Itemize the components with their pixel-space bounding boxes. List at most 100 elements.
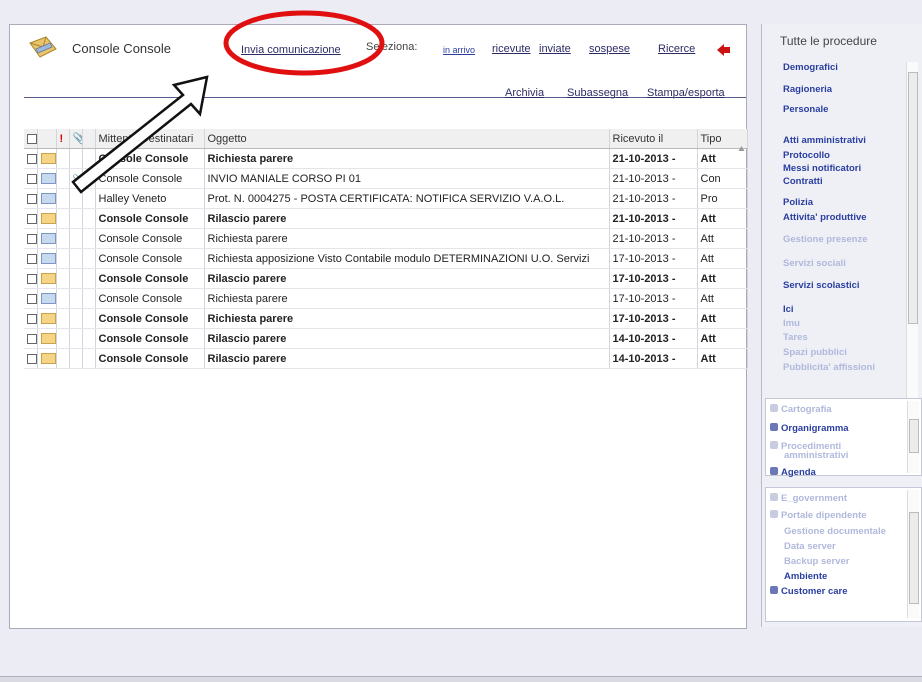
sidebar-item-ici[interactable]: Ici: [783, 304, 794, 315]
row-select-cell[interactable]: [24, 328, 38, 349]
sidebar-item-servizi-sociali[interactable]: Servizi sociali: [783, 258, 846, 269]
row-status-cell: [37, 348, 57, 369]
table-row[interactable]: Console Console Rilascio parere 14-10-2013…: [24, 348, 748, 369]
row-checkbox[interactable]: [27, 253, 36, 264]
sidebar-item-pubblicita-affissioni[interactable]: Pubblicita' affissioni: [783, 362, 875, 373]
row-checkbox[interactable]: [27, 273, 36, 284]
sidebar-item-organigramma[interactable]: Organigramma: [770, 423, 849, 434]
row-select-cell[interactable]: [24, 208, 38, 229]
row-checkbox[interactable]: [27, 333, 36, 344]
row-subject: Richiesta parere: [204, 148, 610, 169]
sidebar-item-gestione-presenze[interactable]: Gestione presenze: [783, 234, 867, 245]
sidebar-item-backup-server[interactable]: Backup server: [784, 556, 849, 567]
row-checkbox[interactable]: [27, 353, 36, 364]
row-select-cell[interactable]: [24, 268, 38, 289]
envelope-closed-icon: [40, 333, 55, 345]
row-select-cell[interactable]: [24, 188, 38, 209]
sidebar-item-protocollo[interactable]: Protocollo: [783, 150, 830, 161]
tools-scrollbar[interactable]: [907, 401, 919, 473]
row-select-cell[interactable]: [24, 308, 38, 329]
sidebar-item-demografici[interactable]: Demografici: [783, 62, 838, 73]
sidebar-item-ragioneria[interactable]: Ragioneria: [783, 84, 832, 95]
row-select-cell[interactable]: [24, 288, 38, 309]
select-all-checkbox[interactable]: [27, 133, 36, 144]
row-checkbox[interactable]: [27, 193, 36, 204]
priority-icon: !: [59, 132, 64, 145]
services-scroll-thumb[interactable]: [909, 512, 919, 604]
sidebar-item-amministrativi[interactable]: amministrativi: [784, 450, 848, 461]
sidebar-item-label: Backup server: [784, 556, 850, 567]
search-link[interactable]: Ricerce: [658, 43, 695, 55]
sidebar-item-data-server[interactable]: Data server: [784, 541, 836, 552]
table-row[interactable]: Console Console Richiesta apposizione Vis…: [24, 248, 748, 269]
scroll-up-icon[interactable]: [738, 145, 745, 153]
row-date: 21-10-2013 -: [609, 228, 698, 249]
sidebar-item-spazi-pubblici[interactable]: Spazi pubblici: [783, 347, 847, 358]
sidebar-item-servizi-scolastici[interactable]: Servizi scolastici: [783, 280, 860, 291]
table-row[interactable]: Console Console Rilascio parere 14-10-2013…: [24, 328, 748, 349]
row-spacer-cell: [82, 268, 96, 289]
row-checkbox[interactable]: [27, 173, 36, 184]
table-row[interactable]: Console Console Richiesta parere 17-10-201…: [24, 308, 748, 329]
sidebar-item-imu[interactable]: Imu: [783, 318, 800, 329]
procedures-scrollbar[interactable]: [906, 62, 918, 407]
row-checkbox[interactable]: [27, 213, 36, 224]
print-export-action-link[interactable]: Stampa/esporta: [647, 87, 725, 99]
sidebar-item-label: Gestione documentale: [784, 526, 886, 537]
row-priority-cell: [56, 308, 70, 329]
sidebar-item-agenda[interactable]: Agenda: [770, 467, 816, 478]
table-row[interactable]: Console Console Rilascio parere 17-10-2013…: [24, 268, 748, 289]
table-scrollbar[interactable]: [738, 145, 745, 305]
filter-suspended-link[interactable]: sospese: [589, 43, 630, 55]
sidebar-item-personale[interactable]: Personale: [783, 104, 828, 115]
sidebar-item-tares[interactable]: Tares: [783, 332, 808, 343]
sidebar-item-ambiente[interactable]: Ambiente: [784, 571, 827, 582]
row-select-cell[interactable]: [24, 228, 38, 249]
back-arrow-icon[interactable]: [716, 43, 732, 57]
row-subject: Rilascio parere: [204, 348, 610, 369]
subject-column-header[interactable]: Oggetto: [204, 129, 610, 149]
select-all-cell[interactable]: [24, 129, 38, 149]
received-column-header[interactable]: Ricevuto il: [609, 129, 698, 149]
row-sender: Console Console: [95, 288, 205, 309]
sidebar-item-label: amministrativi: [784, 450, 849, 461]
row-priority-cell: [56, 288, 70, 309]
sidebar-item-gestione-documentale[interactable]: Gestione documentale: [784, 526, 886, 537]
table-row[interactable]: Console Console Richiesta parere 21-10-201…: [24, 228, 748, 249]
row-checkbox[interactable]: [27, 233, 36, 244]
row-checkbox[interactable]: [27, 293, 36, 304]
sidebar-item-attivita-produttive[interactable]: Attivita' produttive: [783, 212, 867, 223]
procedures-scroll-thumb[interactable]: [908, 72, 918, 324]
archive-action-link[interactable]: Archivia: [505, 87, 544, 99]
filter-sent-link[interactable]: inviate: [539, 43, 571, 55]
envelope-closed-icon: [40, 213, 55, 225]
row-sender: Console Console: [95, 208, 205, 229]
table-row[interactable]: Console Console Rilascio parere 21-10-2013…: [24, 208, 748, 229]
row-select-cell[interactable]: [24, 348, 38, 369]
row-date: 21-10-2013 -: [609, 188, 698, 209]
row-select-cell[interactable]: [24, 168, 38, 189]
sidebar-item-messi-notificatori[interactable]: Messi notificatori: [783, 163, 861, 174]
sidebar-item-cartografia[interactable]: Cartografia: [770, 404, 832, 415]
reassign-action-link[interactable]: Subassegna: [567, 87, 640, 99]
row-spacer-cell: [82, 308, 96, 329]
row-checkbox[interactable]: [27, 153, 36, 164]
tools-scroll-thumb[interactable]: [909, 419, 919, 453]
sidebar-item-customer-care[interactable]: Customer care: [770, 586, 848, 597]
row-checkbox[interactable]: [27, 313, 36, 324]
row-select-cell[interactable]: [24, 248, 38, 269]
envelope-closed-icon: [40, 353, 55, 365]
sidebar-item-polizia[interactable]: Polizia: [783, 197, 813, 208]
sidebar-item-portale-dipendente[interactable]: Portale dipendente: [770, 510, 867, 521]
sidebar-item-atti-amministrativi[interactable]: Atti amministrativi: [783, 135, 866, 146]
services-scrollbar[interactable]: [907, 490, 919, 618]
filter-received-link[interactable]: ricevute: [492, 43, 531, 55]
row-subject: Prot. N. 0004275 - POSTA CERTIFICATA: NO…: [204, 188, 610, 209]
table-row[interactable]: Console Console Richiesta parere 17-10-201…: [24, 288, 748, 309]
filter-incoming-link[interactable]: in arrivo: [443, 45, 475, 55]
sidebar-item-contratti[interactable]: Contratti: [783, 176, 823, 187]
row-select-cell[interactable]: [24, 148, 38, 169]
row-attachment-cell: [69, 348, 83, 369]
row-subject: Richiesta parere: [204, 288, 610, 309]
sidebar-item-e-government[interactable]: E_government: [770, 493, 847, 504]
